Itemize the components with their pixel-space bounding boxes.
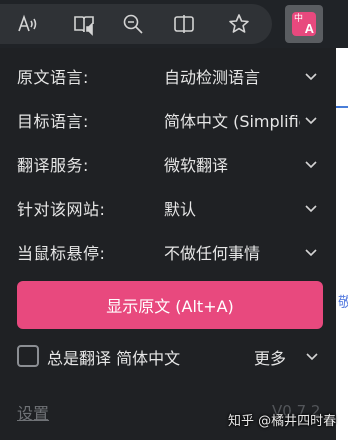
chevron-down-icon — [305, 205, 317, 213]
target-language-label: 目标语言: — [17, 112, 89, 131]
always-translate-label[interactable]: 总是翻译 简体中文 — [47, 345, 180, 369]
immersive-reader-icon[interactable] — [66, 6, 102, 42]
site-setting-select[interactable]: 默认 — [150, 188, 330, 228]
mouse-hover-row: 当鼠标悬停: 不做任何事情 — [0, 230, 336, 274]
translate-extension-icon: 中 A — [292, 12, 316, 36]
settings-link[interactable]: 设置 — [17, 400, 49, 424]
translate-popup: 原文语言: 自动检测语言 目标语言: 简体中文 (Simplified Chin… — [0, 48, 336, 440]
show-original-button[interactable]: 显示原文 (Alt+A) — [17, 281, 323, 329]
browser-toolbar: 中 A — [0, 0, 348, 48]
chevron-down-icon — [305, 161, 317, 169]
more-button[interactable]: 更多 — [254, 345, 286, 369]
source-language-label: 原文语言: — [17, 68, 89, 87]
favorite-star-icon[interactable] — [221, 6, 257, 42]
translation-service-select[interactable]: 微软翻译 — [150, 144, 330, 184]
translate-extension-button[interactable]: 中 A — [285, 5, 323, 43]
site-setting-row: 针对该网站: 默认 — [0, 186, 336, 230]
web-page-background: 敬 — [336, 48, 348, 440]
chevron-down-icon — [305, 249, 317, 257]
extension-icon-en: A — [304, 21, 314, 36]
split-screen-icon[interactable] — [166, 6, 202, 42]
translation-service-label: 翻译服务: — [17, 156, 89, 175]
target-language-select[interactable]: 简体中文 (Simplified Chinese) — [150, 100, 330, 140]
site-setting-label: 针对该网站: — [17, 200, 106, 219]
site-setting-value: 默认 — [164, 200, 197, 219]
page-side-text: 敬 — [338, 295, 348, 311]
always-translate-row: 总是翻译 简体中文 更多 — [0, 336, 336, 376]
always-translate-checkbox[interactable] — [17, 345, 39, 367]
mouse-hover-select[interactable]: 不做任何事情 — [150, 232, 330, 272]
mouse-hover-label: 当鼠标悬停: — [17, 244, 106, 263]
watermark-text: 知乎 @橘井四时春 — [228, 414, 337, 429]
chevron-down-icon[interactable] — [305, 349, 319, 363]
page-link-underline — [336, 106, 348, 108]
source-language-value: 自动检测语言 — [164, 68, 261, 87]
mouse-hover-value: 不做任何事情 — [164, 244, 261, 263]
zoom-out-icon[interactable] — [115, 6, 151, 42]
read-aloud-icon[interactable] — [10, 6, 46, 42]
translation-service-value: 微软翻译 — [164, 156, 229, 175]
translation-service-row: 翻译服务: 微软翻译 — [0, 142, 336, 186]
source-language-select[interactable]: 自动检测语言 — [150, 56, 330, 96]
target-language-row: 目标语言: 简体中文 (Simplified Chinese) — [0, 98, 336, 142]
extension-icon-zh: 中 — [294, 13, 304, 23]
source-language-row: 原文语言: 自动检测语言 — [0, 54, 336, 98]
chevron-down-icon — [305, 117, 317, 125]
target-language-value: 简体中文 (Simplified Chinese) — [164, 112, 300, 131]
chevron-down-icon — [305, 73, 317, 81]
